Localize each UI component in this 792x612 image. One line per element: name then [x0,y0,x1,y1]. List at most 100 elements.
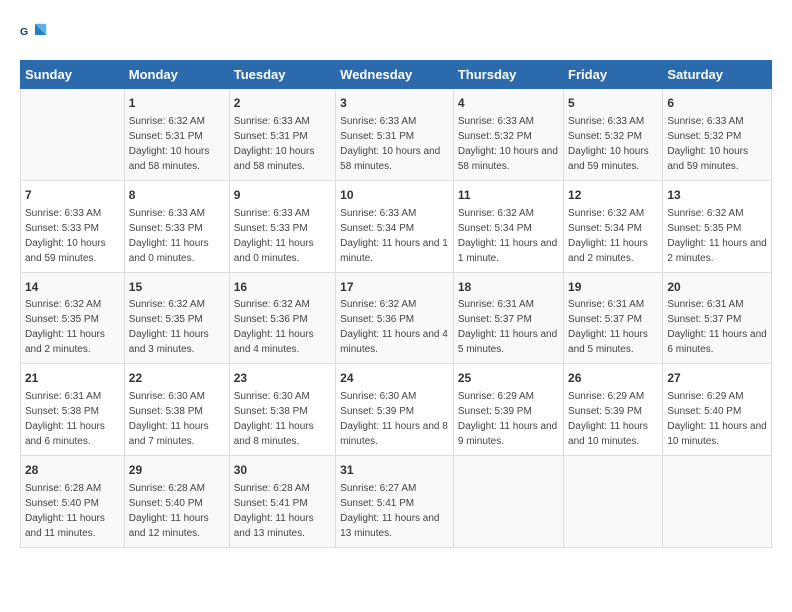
day-number: 29 [129,462,225,479]
sunset-info: Sunset: 5:31 PM [234,131,308,142]
daylight-info: Daylight: 11 hours and 5 minutes. [458,329,557,355]
calendar-week-row: 21 Sunrise: 6:31 AM Sunset: 5:38 PM Dayligh… [21,364,772,456]
sunset-info: Sunset: 5:33 PM [25,223,99,234]
sunset-info: Sunset: 5:34 PM [340,223,414,234]
calendar-cell: 29Sunrise: 6:28 AMSunset: 5:40 PMDayligh… [124,456,229,548]
daylight-info: Daylight: 11 hours and 10 minutes. [568,421,648,447]
calendar-cell: 20Sunrise: 6:31 AMSunset: 5:37 PMDayligh… [663,272,772,364]
calendar-cell: 21Sunrise: 6:31 AMSunset: 5:38 PMDayligh… [21,364,125,456]
calendar-cell: 8Sunrise: 6:33 AMSunset: 5:33 PMDaylight… [124,180,229,272]
calendar-week-row: 1Sunrise: 6:32 AMSunset: 5:31 PMDaylight… [21,89,772,181]
calendar-cell: 17Sunrise: 6:32 AMSunset: 5:36 PMDayligh… [336,272,454,364]
daylight-info: Daylight: 11 hours and 6 minutes. [25,421,105,447]
day-number: 2 [234,95,331,112]
calendar-header: SundayMondayTuesdayWednesdayThursdayFrid… [21,61,772,89]
sunset-info: Sunset: 5:34 PM [568,223,642,234]
day-number: 23 [234,370,331,387]
daylight-info: Daylight: 11 hours and 8 minutes. [340,421,448,447]
daylight-info: Daylight: 11 hours and 6 minutes. [667,329,766,355]
calendar-cell: 22Sunrise: 6:30 AMSunset: 5:38 PMDayligh… [124,364,229,456]
daylight-info: Daylight: 11 hours and 9 minutes. [458,421,557,447]
calendar-cell [453,456,563,548]
sunrise-info: Sunrise: 6:32 AM [340,299,416,310]
day-number: 24 [340,370,449,387]
weekday-header: Wednesday [336,61,454,89]
day-number: 21 [25,370,120,387]
day-number: 1 [129,95,225,112]
daylight-info: Daylight: 11 hours and 2 minutes. [25,329,105,355]
calendar-cell: 12Sunrise: 6:32 AMSunset: 5:34 PMDayligh… [564,180,663,272]
calendar-cell: 26Sunrise: 6:29 AMSunset: 5:39 PMDayligh… [564,364,663,456]
weekday-header: Monday [124,61,229,89]
daylight-info: Daylight: 11 hours and 2 minutes. [568,238,648,264]
sunset-info: Sunset: 5:35 PM [25,314,99,325]
sunset-info: Sunset: 5:33 PM [129,223,203,234]
sunset-info: Sunset: 5:40 PM [25,498,99,509]
day-number: 26 [568,370,658,387]
day-number: 9 [234,187,331,204]
logo: G [20,20,54,50]
calendar-cell: 6Sunrise: 6:33 AMSunset: 5:32 PMDaylight… [663,89,772,181]
sunrise-info: Sunrise: 6:33 AM [568,116,644,127]
calendar-cell [21,89,125,181]
sunrise-info: Sunrise: 6:29 AM [667,391,743,402]
calendar-cell: 1Sunrise: 6:32 AMSunset: 5:31 PMDaylight… [124,89,229,181]
day-number: 13 [667,187,767,204]
sunrise-info: Sunrise: 6:32 AM [234,299,310,310]
daylight-info: Daylight: 10 hours and 58 minutes. [234,146,315,172]
sunset-info: Sunset: 5:32 PM [667,131,741,142]
sunrise-info: Sunrise: 6:32 AM [25,299,101,310]
weekday-header: Thursday [453,61,563,89]
day-number: 15 [129,279,225,296]
sunrise-info: Sunrise: 6:30 AM [340,391,416,402]
daylight-info: Daylight: 11 hours and 7 minutes. [129,421,209,447]
sunrise-info: Sunrise: 6:33 AM [25,208,101,219]
weekday-header: Tuesday [229,61,335,89]
sunset-info: Sunset: 5:39 PM [340,406,414,417]
day-number: 30 [234,462,331,479]
weekday-header: Sunday [21,61,125,89]
svg-text:G: G [20,26,28,38]
daylight-info: Daylight: 11 hours and 13 minutes. [234,513,314,539]
day-number: 6 [667,95,767,112]
calendar-cell: 2 Sunrise: 6:33 AM Sunset: 5:31 PM Daylight… [229,89,335,181]
daylight-info: Daylight: 11 hours and 12 minutes. [129,513,209,539]
sunrise-info: Sunrise: 6:31 AM [458,299,534,310]
calendar-cell [663,456,772,548]
daylight-info: Daylight: 10 hours and 58 minutes. [458,146,558,172]
header: G [20,20,772,50]
day-number: 17 [340,279,449,296]
sunrise-info: Sunrise: 6:27 AM [340,483,416,494]
daylight-info: Daylight: 11 hours and 4 minutes. [234,329,314,355]
day-number: 18 [458,279,559,296]
daylight-info: Daylight: 11 hours and 10 minutes. [667,421,766,447]
day-number: 8 [129,187,225,204]
sunrise-info: Sunrise: 6:33 AM [234,208,310,219]
day-number: 27 [667,370,767,387]
sunset-info: Sunset: 5:38 PM [129,406,203,417]
calendar-cell: 23Sunrise: 6:30 AMSunset: 5:38 PMDayligh… [229,364,335,456]
day-number: 19 [568,279,658,296]
sunrise-info: Sunrise: 6:33 AM [234,116,310,127]
daylight-info: Daylight: 10 hours and 59 minutes. [568,146,649,172]
sunrise-info: Sunrise: 6:32 AM [667,208,743,219]
sunset-info: Sunset: 5:38 PM [234,406,308,417]
daylight-info: Daylight: 11 hours and 3 minutes. [129,329,209,355]
day-number: 10 [340,187,449,204]
calendar-cell: 18Sunrise: 6:31 AMSunset: 5:37 PMDayligh… [453,272,563,364]
sunset-info: Sunset: 5:31 PM [129,131,203,142]
sunrise-info: Sunrise: 6:31 AM [25,391,101,402]
sunset-info: Sunset: 5:41 PM [340,498,414,509]
sunrise-info: Sunrise: 6:30 AM [129,391,205,402]
logo-icon: G [20,20,50,50]
sunset-info: Sunset: 5:40 PM [129,498,203,509]
daylight-info: Daylight: 10 hours and 58 minutes. [340,146,440,172]
sunrise-info: Sunrise: 6:32 AM [568,208,644,219]
sunset-info: Sunset: 5:32 PM [458,131,532,142]
day-number: 14 [25,279,120,296]
sunrise-info: Sunrise: 6:31 AM [667,299,743,310]
calendar-cell: 10Sunrise: 6:33 AMSunset: 5:34 PMDayligh… [336,180,454,272]
daylight-info: Daylight: 11 hours and 13 minutes. [340,513,439,539]
calendar-week-row: 7Sunrise: 6:33 AMSunset: 5:33 PMDaylight… [21,180,772,272]
sunset-info: Sunset: 5:40 PM [667,406,741,417]
